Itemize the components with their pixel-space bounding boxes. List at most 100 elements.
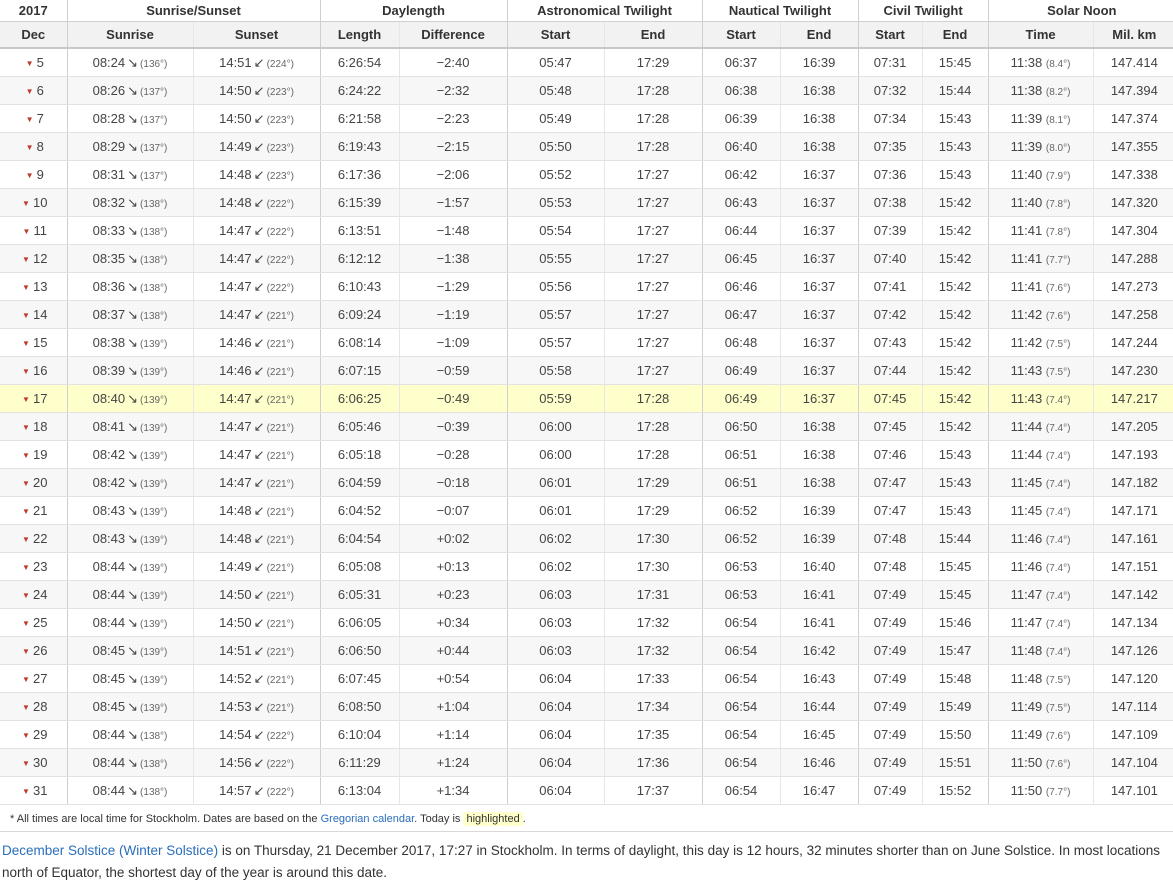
length-cell: 6:10:04 bbox=[319, 720, 400, 749]
length-cell: 6:19:43 bbox=[319, 132, 400, 161]
noon-cell: 11:44 (7.4°) bbox=[987, 440, 1094, 469]
noon-cell: 11:40 (7.9°) bbox=[987, 160, 1094, 189]
noon-altitude: (7.9°) bbox=[1045, 171, 1071, 182]
sunset-time: 14:51 bbox=[219, 54, 252, 70]
expand-arrow-icon[interactable]: ▼ bbox=[19, 703, 33, 712]
sunrise-time: 08:32 bbox=[92, 194, 126, 210]
expand-arrow-icon[interactable]: ▼ bbox=[19, 731, 33, 740]
table-row: ▼ 19 08:42 ↘ (139°) 14:47 ↙ (221°) 6:05:18 −0:28 0… bbox=[0, 440, 1173, 469]
distance-cell: 147.230 bbox=[1092, 356, 1173, 385]
civil-end-cell: 15:45 bbox=[921, 580, 989, 609]
nautical-start-cell: 06:54 bbox=[701, 608, 781, 637]
expand-arrow-icon[interactable]: ▼ bbox=[19, 759, 33, 768]
day-cell[interactable]: ▼ 28 bbox=[0, 692, 67, 721]
day-cell[interactable]: ▼ 27 bbox=[0, 664, 67, 693]
expand-arrow-icon[interactable]: ▼ bbox=[23, 115, 37, 124]
day-cell[interactable]: ▼ 21 bbox=[0, 496, 67, 525]
day-cell[interactable]: ▼ 26 bbox=[0, 636, 67, 665]
expand-arrow-icon[interactable]: ▼ bbox=[19, 283, 33, 292]
day-cell[interactable]: ▼ 12 bbox=[0, 244, 67, 273]
day-cell[interactable]: ▼ 19 bbox=[0, 440, 67, 469]
civil-start-cell: 07:44 bbox=[857, 356, 923, 385]
expand-arrow-icon[interactable]: ▼ bbox=[23, 59, 37, 68]
expand-arrow-icon[interactable]: ▼ bbox=[19, 619, 33, 628]
expand-arrow-icon[interactable]: ▼ bbox=[19, 563, 33, 572]
day-number: 28 bbox=[33, 699, 48, 714]
day-cell[interactable]: ▼ 11 bbox=[0, 216, 67, 245]
astro-end-cell: 17:28 bbox=[603, 440, 703, 469]
distance-cell: 147.414 bbox=[1092, 48, 1173, 77]
col-length: Length bbox=[319, 21, 400, 49]
day-cell[interactable]: ▼ 31 bbox=[0, 776, 67, 805]
december-solstice-link[interactable]: December Solstice (Winter Solstice) bbox=[2, 843, 218, 858]
expand-arrow-icon[interactable]: ▼ bbox=[19, 395, 33, 404]
sunset-time: 14:50 bbox=[219, 110, 252, 126]
sunrise-cell: 08:33 ↘ (138°) bbox=[66, 216, 193, 245]
expand-arrow-icon[interactable]: ▼ bbox=[19, 591, 33, 600]
day-cell[interactable]: ▼ 8 bbox=[0, 132, 67, 161]
day-cell[interactable]: ▼ 30 bbox=[0, 748, 67, 777]
civil-start-cell: 07:49 bbox=[857, 580, 923, 609]
expand-arrow-icon[interactable]: ▼ bbox=[19, 199, 33, 208]
day-cell[interactable]: ▼ 23 bbox=[0, 552, 67, 581]
noon-cell: 11:47 (7.4°) bbox=[987, 608, 1094, 637]
day-cell[interactable]: ▼ 15 bbox=[0, 328, 67, 357]
length-cell: 6:06:05 bbox=[319, 608, 400, 637]
day-number: 27 bbox=[33, 671, 48, 686]
day-cell[interactable]: ▼ 13 bbox=[0, 272, 67, 301]
expand-arrow-icon[interactable]: ▼ bbox=[23, 87, 37, 96]
expand-arrow-icon[interactable]: ▼ bbox=[19, 451, 33, 460]
sunrise-time: 08:38 bbox=[92, 334, 126, 350]
day-cell[interactable]: ▼ 25 bbox=[0, 608, 67, 637]
day-number: 23 bbox=[33, 559, 48, 574]
expand-arrow-icon[interactable]: ▼ bbox=[19, 339, 33, 348]
noon-cell: 11:50 (7.6°) bbox=[987, 748, 1094, 777]
sunset-azimuth: (221°) bbox=[266, 534, 294, 546]
expand-arrow-icon[interactable]: ▼ bbox=[19, 507, 33, 516]
distance-cell: 147.109 bbox=[1092, 720, 1173, 749]
table-body: ▼ 5 08:24 ↘ (136°) 14:51 ↙ (224°) 6:26:54 −2:40 05… bbox=[0, 48, 1173, 805]
expand-arrow-icon[interactable]: ▼ bbox=[19, 255, 33, 264]
day-cell[interactable]: ▼ 16 bbox=[0, 356, 67, 385]
expand-arrow-icon[interactable]: ▼ bbox=[19, 367, 33, 376]
sunrise-azimuth: (137°) bbox=[140, 170, 168, 182]
expand-arrow-icon[interactable]: ▼ bbox=[23, 171, 37, 180]
expand-arrow-icon[interactable]: ▼ bbox=[20, 227, 34, 236]
day-cell[interactable]: ▼ 29 bbox=[0, 720, 67, 749]
day-cell[interactable]: ▼ 14 bbox=[0, 300, 67, 329]
noon-altitude: (7.4°) bbox=[1045, 591, 1071, 602]
day-cell[interactable]: ▼ 18 bbox=[0, 412, 67, 441]
gregorian-calendar-link[interactable]: Gregorian calendar bbox=[321, 813, 415, 825]
day-cell[interactable]: ▼ 24 bbox=[0, 580, 67, 609]
group-sunrise-sunset: Sunrise/Sunset bbox=[66, 0, 321, 22]
noon-altitude: (8.2°) bbox=[1045, 87, 1071, 98]
noon-time: 11:46 bbox=[1010, 559, 1043, 574]
noon-altitude: (7.4°) bbox=[1045, 535, 1071, 546]
day-cell[interactable]: ▼ 17 bbox=[0, 384, 67, 413]
expand-arrow-icon[interactable]: ▼ bbox=[19, 647, 33, 656]
nautical-start-cell: 06:52 bbox=[701, 496, 781, 525]
astro-start-cell: 05:50 bbox=[506, 132, 605, 161]
day-cell[interactable]: ▼ 9 bbox=[0, 160, 67, 189]
expand-arrow-icon[interactable]: ▼ bbox=[19, 675, 33, 684]
day-cell[interactable]: ▼ 10 bbox=[0, 188, 67, 217]
noon-time: 11:49 bbox=[1010, 727, 1043, 742]
table-row: ▼ 15 08:38 ↘ (139°) 14:46 ↙ (221°) 6:08:14 −1:09 0… bbox=[0, 328, 1173, 357]
expand-arrow-icon[interactable]: ▼ bbox=[19, 311, 33, 320]
day-cell[interactable]: ▼ 6 bbox=[0, 76, 67, 105]
difference-cell: −2:23 bbox=[398, 104, 508, 133]
expand-arrow-icon[interactable]: ▼ bbox=[19, 479, 33, 488]
day-number: 21 bbox=[33, 503, 48, 518]
expand-arrow-icon[interactable]: ▼ bbox=[23, 143, 37, 152]
day-cell[interactable]: ▼ 5 bbox=[0, 48, 67, 77]
expand-arrow-icon[interactable]: ▼ bbox=[19, 423, 33, 432]
sunrise-cell: 08:26 ↘ (137°) bbox=[66, 76, 193, 105]
noon-cell: 11:45 (7.4°) bbox=[987, 468, 1094, 497]
civil-start-cell: 07:48 bbox=[857, 552, 923, 581]
day-cell[interactable]: ▼ 7 bbox=[0, 104, 67, 133]
civil-end-cell: 15:49 bbox=[921, 692, 989, 721]
expand-arrow-icon[interactable]: ▼ bbox=[19, 535, 33, 544]
day-cell[interactable]: ▼ 22 bbox=[0, 524, 67, 553]
day-cell[interactable]: ▼ 20 bbox=[0, 468, 67, 497]
expand-arrow-icon[interactable]: ▼ bbox=[19, 787, 33, 796]
